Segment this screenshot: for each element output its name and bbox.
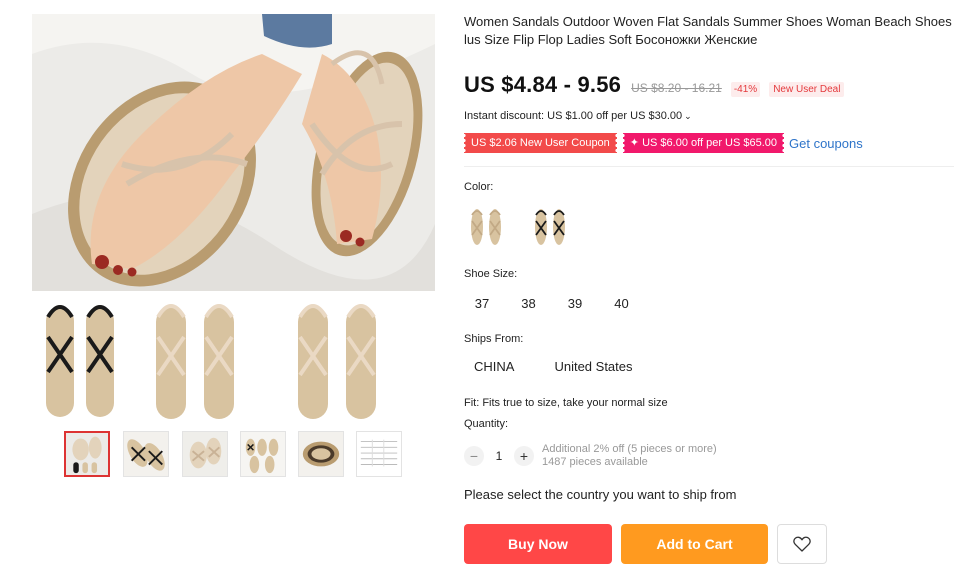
beige-sandal-swatch-icon bbox=[471, 209, 501, 245]
shoe-size-label: Shoe Size: bbox=[464, 268, 518, 280]
price-row: US $4.84 - 9.56 US $8.20 - 16.21 -41% Ne… bbox=[464, 72, 845, 102]
quantity-stepper: − 1 + Additional 2% off (5 pieces or mor… bbox=[464, 443, 717, 469]
chevron-down-icon: ⌄ bbox=[684, 111, 692, 121]
divider bbox=[464, 166, 954, 167]
size-option[interactable]: 40 bbox=[604, 291, 640, 317]
quantity-value[interactable]: 1 bbox=[484, 449, 514, 463]
fit-note: Fit: Fits true to size, take your normal… bbox=[464, 397, 668, 409]
main-product-image[interactable] bbox=[32, 14, 435, 419]
thumbnail-black-worn[interactable] bbox=[123, 431, 169, 477]
product-title-line-1: Women Sandals Outdoor Woven Flat Sandals… bbox=[464, 14, 954, 29]
ships-from-options: CHINA United States bbox=[464, 354, 663, 380]
ships-from-option-china[interactable]: CHINA bbox=[464, 354, 524, 380]
ships-from-option-united-states[interactable]: United States bbox=[544, 354, 642, 380]
store-coupon[interactable]: ✦ US $6.00 off per US $65.00 bbox=[622, 133, 785, 153]
color-label: Color: bbox=[464, 181, 494, 193]
ship-from-prompt: Please select the country you want to sh… bbox=[464, 487, 737, 502]
thumbnail-main-view[interactable] bbox=[64, 431, 110, 477]
shoe-size-options: 37 38 39 40 bbox=[464, 291, 650, 317]
coupon-row: US $2.06 New User Coupon ✦ US $6.00 off … bbox=[464, 133, 863, 153]
quantity-increment-button[interactable]: + bbox=[514, 446, 534, 466]
size-option[interactable]: 38 bbox=[511, 291, 547, 317]
discount-badge: -41% bbox=[730, 82, 761, 97]
thumbnail-sole-detail[interactable] bbox=[298, 431, 344, 477]
thumbnail-pair-overview[interactable] bbox=[240, 431, 286, 477]
quantity-label: Quantity: bbox=[464, 418, 509, 430]
ships-from-label: Ships From: bbox=[464, 333, 524, 345]
bulk-discount-note: Additional 2% off (5 pieces or more) bbox=[542, 443, 717, 455]
new-user-deal-badge: New User Deal bbox=[769, 82, 845, 97]
black-sandal-swatch-icon bbox=[535, 209, 565, 245]
quantity-decrement-button[interactable]: − bbox=[464, 446, 484, 466]
thumbnail-beige-worn[interactable] bbox=[182, 431, 228, 477]
new-user-coupon[interactable]: US $2.06 New User Coupon bbox=[464, 133, 617, 153]
buy-now-button[interactable]: Buy Now bbox=[464, 524, 612, 564]
quantity-info: Additional 2% off (5 pieces or more) 148… bbox=[542, 443, 717, 469]
product-title: Women Sandals Outdoor Woven Flat Sandals… bbox=[464, 13, 954, 49]
thumbnail-size-chart[interactable] bbox=[356, 431, 402, 477]
color-option-beige[interactable] bbox=[464, 203, 508, 247]
color-option-black[interactable] bbox=[528, 203, 572, 247]
heart-icon bbox=[793, 536, 811, 552]
product-title-line-2: lus Size Flip Flop Ladies Soft Босоножки… bbox=[464, 32, 758, 47]
size-option[interactable]: 39 bbox=[557, 291, 593, 317]
original-price: US $8.20 - 16.21 bbox=[631, 81, 722, 95]
size-option[interactable]: 37 bbox=[464, 291, 500, 317]
get-coupons-link[interactable]: Get coupons bbox=[789, 136, 863, 151]
pieces-available: 1487 pieces available bbox=[542, 456, 648, 468]
add-to-cart-button[interactable]: Add to Cart bbox=[621, 524, 768, 564]
instant-discount-text: Instant discount: US $1.00 off per US $3… bbox=[464, 110, 683, 122]
instant-discount[interactable]: Instant discount: US $1.00 off per US $3… bbox=[464, 110, 692, 122]
wishlist-button[interactable] bbox=[777, 524, 827, 564]
color-options bbox=[464, 203, 592, 247]
current-price: US $4.84 - 9.56 bbox=[464, 72, 622, 97]
